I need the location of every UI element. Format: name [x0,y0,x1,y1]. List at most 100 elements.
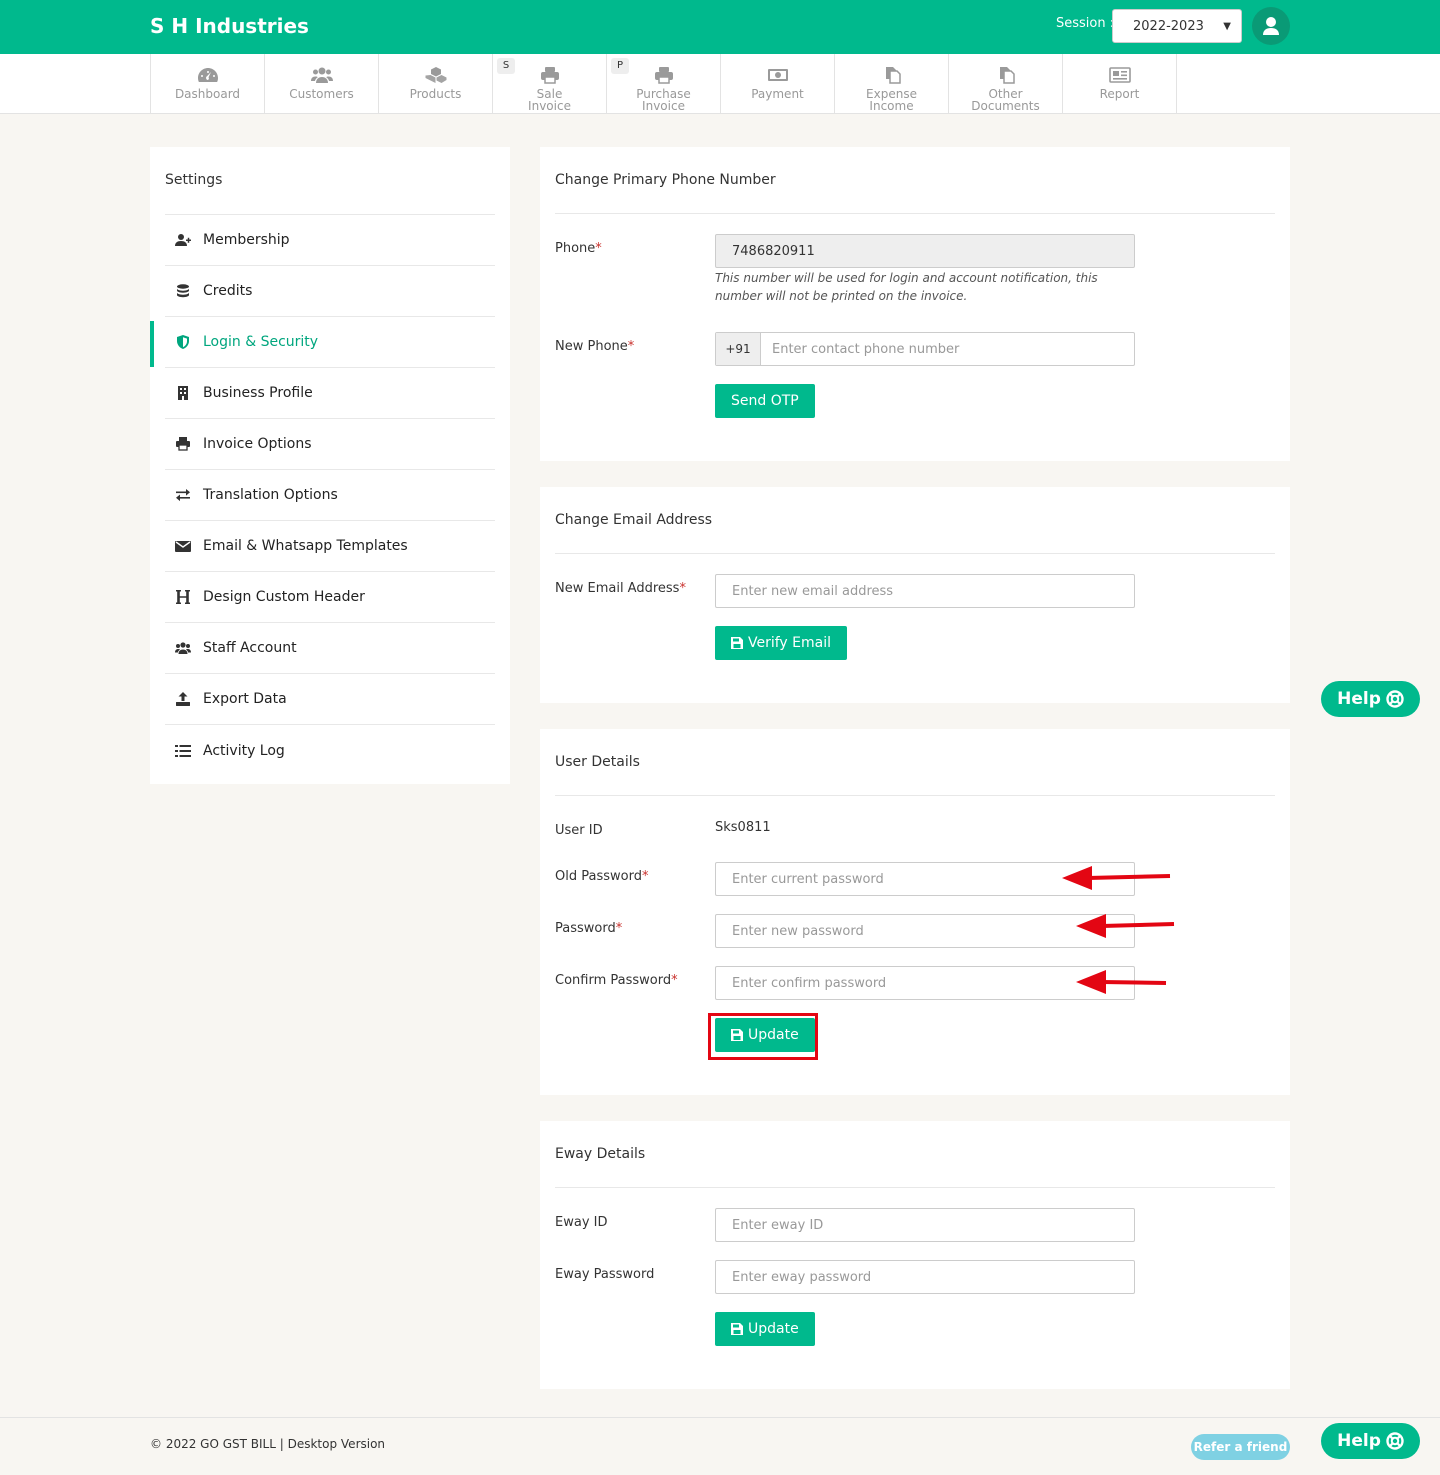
eway-password-label: Eway Password [555,1267,655,1282]
red-arrow-icon [1062,866,1171,890]
money-icon [767,69,788,81]
list-icon [175,744,191,757]
nav-expense-income[interactable]: Expense Income [835,54,949,114]
divider [555,1187,1275,1188]
shield-icon [177,335,189,349]
send-otp-button[interactable]: Send OTP [715,384,815,418]
session-label: Session : [1056,16,1115,31]
header-icon [176,590,190,604]
password-label: Password* [555,921,623,936]
divider [555,553,1275,554]
help-button-footer[interactable]: Help [1321,1423,1420,1459]
new-email-input[interactable]: Enter new email address [715,574,1135,608]
envelope-icon [175,541,191,552]
session-select[interactable]: 2022-2023 ▼ [1112,9,1242,43]
save-icon [731,637,743,649]
phone-field: 7486820911 [715,234,1135,268]
new-email-label: New Email Address* [555,581,686,596]
sidebar-item-business-profile[interactable]: Business Profile [165,368,495,419]
print-icon [654,67,673,84]
database-icon [177,284,189,298]
new-phone-input-group: +91 Enter contact phone number [715,332,1135,366]
chevron-down-icon: ▼ [1223,20,1231,32]
nav-sale-invoice[interactable]: S Sale Invoice [493,54,607,114]
sale-badge: S [497,58,515,74]
users-icon [310,67,333,83]
nav-customers[interactable]: Customers [265,54,379,114]
red-arrow-icon [1076,970,1167,994]
user-avatar-button[interactable] [1252,7,1290,45]
old-password-label: Old Password* [555,869,649,884]
nav-dashboard[interactable]: Dashboard [151,54,265,114]
sidebar-item-invoice-options[interactable]: Invoice Options [165,419,495,470]
divider [555,213,1275,214]
update-highlight-annotation [708,1013,818,1060]
new-phone-input[interactable]: Enter contact phone number [761,333,1134,365]
confirm-password-label: Confirm Password* [555,973,678,988]
files-icon [999,67,1015,84]
files-icon [885,67,901,84]
purchase-badge: P [611,58,629,74]
new-password-input[interactable]: Enter new password [715,914,1135,948]
brand-name[interactable]: S H Industries [150,14,309,38]
sidebar-item-design-custom-header[interactable]: Design Custom Header [165,572,495,623]
session-value: 2022-2023 [1133,18,1204,34]
nav-report[interactable]: Report [1063,54,1177,114]
footer: © 2022 GO GST BILL | Desktop Version Ref… [0,1417,1440,1475]
nav-products[interactable]: Products [379,54,493,114]
help-button[interactable]: Help [1321,681,1420,717]
settings-sidebar: Settings Membership Credits Login & Secu… [150,147,510,784]
upload-icon [176,692,190,706]
country-code-prefix: +91 [716,333,761,365]
sidebar-item-translation-options[interactable]: Translation Options [165,470,495,521]
sidebar-item-email-templates[interactable]: Email & Whatsapp Templates [165,521,495,572]
life-ring-icon [1386,1432,1404,1450]
top-header: S H Industries Session : 2022-2023 ▼ [0,0,1440,54]
dashboard-icon [197,68,218,82]
update-eway-button[interactable]: Update [715,1312,815,1346]
new-phone-label: New Phone* [555,339,635,354]
user-id-label: User ID [555,823,603,838]
confirm-password-input[interactable]: Enter confirm password [715,966,1135,1000]
phone-card: Change Primary Phone Number Phone* 74868… [540,147,1290,461]
users-icon [175,642,191,654]
user-id-value: Sks0811 [715,820,771,835]
sidebar-item-login-security[interactable]: Login & Security [150,317,495,368]
sidebar-title: Settings [165,172,223,188]
eway-id-label: Eway ID [555,1215,608,1230]
footer-copyright: © 2022 GO GST BILL | Desktop Version [150,1437,386,1451]
main-nav: Dashboard Customers Products S Sale Invo… [0,54,1440,114]
eway-password-input[interactable]: Enter eway password [715,1260,1135,1294]
eway-details-card: Eway Details Eway ID Enter eway ID Eway … [540,1121,1290,1389]
life-ring-icon [1386,690,1404,708]
sidebar-item-staff-account[interactable]: Staff Account [165,623,495,674]
phone-help-text: This number will be used for login and a… [715,271,1098,303]
newspaper-icon [1108,67,1131,83]
nav-payment[interactable]: Payment [721,54,835,114]
refer-friend-button[interactable]: Refer a friend [1191,1434,1290,1460]
print-icon [540,67,559,84]
verify-email-button[interactable]: Verify Email [715,626,848,660]
user-plus-icon [175,234,191,246]
eway-id-input[interactable]: Enter eway ID [715,1208,1135,1242]
card-title: Change Email Address [555,512,713,528]
phone-label: Phone* [555,241,602,256]
card-title: Change Primary Phone Number [555,172,776,188]
exchange-icon [176,489,190,502]
sidebar-item-membership[interactable]: Membership [165,215,495,266]
sidebar-item-credits[interactable]: Credits [165,266,495,317]
user-icon [1263,17,1279,35]
divider [555,795,1275,796]
print-icon [176,437,190,451]
card-title: Eway Details [555,1146,646,1162]
card-title: User Details [555,754,640,770]
building-icon [178,386,188,400]
nav-other-documents[interactable]: Other Documents [949,54,1063,114]
email-card: Change Email Address New Email Address* … [540,487,1290,703]
sidebar-item-activity-log[interactable]: Activity Log [165,725,495,776]
red-arrow-icon [1076,914,1175,938]
user-details-card: User Details User ID Sks0811 Old Passwor… [540,729,1290,1095]
nav-purchase-invoice[interactable]: P Purchase Invoice [607,54,721,114]
cubes-icon [425,67,446,83]
sidebar-item-export-data[interactable]: Export Data [165,674,495,725]
